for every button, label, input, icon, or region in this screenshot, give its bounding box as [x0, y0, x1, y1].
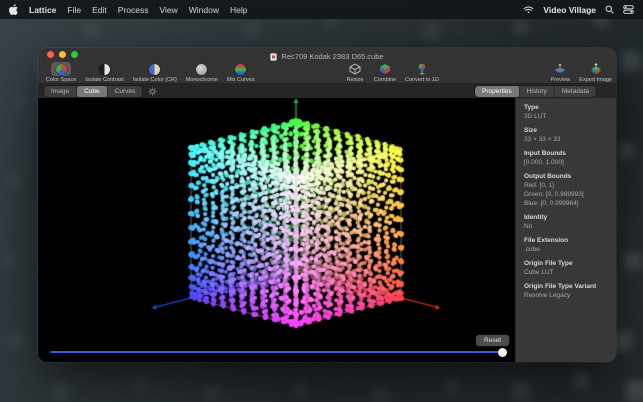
property-label: Output Bounds — [524, 172, 612, 181]
convert-to-1d-icon — [412, 62, 432, 76]
reset-button[interactable]: Reset — [476, 335, 509, 346]
resize-button[interactable]: Resize — [345, 62, 365, 83]
close-window-button[interactable] — [47, 51, 54, 58]
document-icon — [270, 53, 277, 61]
wifi-icon[interactable] — [523, 6, 534, 14]
menu-item-edit[interactable]: Edit — [92, 5, 107, 15]
tab-history[interactable]: History — [520, 86, 555, 97]
control-center-icon[interactable] — [623, 5, 634, 14]
menu-item-file[interactable]: File — [67, 5, 81, 15]
cube-viewport[interactable]: Reset — [38, 98, 515, 362]
property-label: Identity — [524, 213, 612, 222]
property-row: Origin File TypeCube LUT — [524, 259, 612, 277]
property-value: .cube — [524, 245, 612, 254]
mix-curves-icon — [235, 64, 246, 75]
monochrome-icon — [196, 64, 207, 75]
convert-to-1d-button[interactable]: Convert to 1D — [405, 62, 439, 83]
tab-image[interactable]: Image — [44, 86, 77, 97]
combine-button[interactable]: Combine — [374, 62, 396, 83]
property-value: Cube LUT — [524, 268, 612, 277]
export-image-button[interactable]: Export Image — [579, 62, 612, 83]
color-space-button[interactable]: Color Space — [46, 62, 76, 83]
search-icon[interactable] — [605, 5, 614, 14]
properties-panel: Type3D LUT Size33 × 33 × 33 Input Bounds[0… — [515, 98, 616, 362]
property-row: Origin File Type VariantResolve Legacy — [524, 282, 612, 300]
property-row: Type3D LUT — [524, 103, 612, 121]
view-settings-gear-icon[interactable] — [148, 87, 157, 96]
slider-thumb[interactable] — [498, 348, 507, 357]
menu-item-help[interactable]: Help — [230, 5, 247, 15]
menu-app-name[interactable]: Lattice — [29, 5, 56, 15]
property-label: Input Bounds — [524, 149, 612, 158]
color-space-icon — [56, 64, 67, 75]
combine-icon — [375, 62, 395, 76]
tab-properties[interactable]: Properties — [475, 86, 520, 97]
menu-item-view[interactable]: View — [159, 5, 177, 15]
property-value: No — [524, 222, 612, 231]
property-label: Type — [524, 103, 612, 112]
tab-metadata[interactable]: Metadata — [555, 86, 596, 97]
tab-cube[interactable]: Cube — [77, 86, 108, 97]
property-value: [0.000, 1.000] — [524, 158, 612, 167]
property-label: Size — [524, 126, 612, 135]
property-row: Input Bounds[0.000, 1.000] — [524, 149, 612, 167]
isolate-contrast-icon — [99, 64, 110, 75]
export-image-icon — [586, 62, 606, 76]
property-value: Resolve Legacy — [524, 291, 612, 300]
property-row: IdentityNo — [524, 213, 612, 231]
mix-curves-button[interactable]: Mix Curves — [227, 62, 255, 83]
inspector-segmented-control: Properties History Metadata — [475, 86, 596, 97]
property-label: File Extension — [524, 236, 612, 245]
menu-item-window[interactable]: Window — [189, 5, 219, 15]
window-title: Rec709 Kodak 2383 D65.cube — [281, 52, 383, 61]
isolate-color-icon — [149, 64, 160, 75]
menu-item-process[interactable]: Process — [118, 5, 149, 15]
tab-curves[interactable]: Curves — [108, 86, 143, 97]
property-value: Red: [0, 1] — [524, 181, 612, 190]
preview-button[interactable]: Preview — [550, 62, 570, 83]
menu-status-text[interactable]: Video Village — [543, 5, 596, 15]
resize-icon — [345, 62, 365, 76]
toolbar: Color Space Isolate Contrast Isolate Col… — [38, 61, 616, 84]
isolate-color-button[interactable]: Isolate Color (CR) — [133, 62, 177, 83]
property-value: Blue: [0, 0.999964] — [524, 199, 612, 208]
property-row: File Extension.cube — [524, 236, 612, 254]
isolate-contrast-button[interactable]: Isolate Contrast — [85, 62, 124, 83]
lattice-window: Rec709 Kodak 2383 D65.cube Color Space I… — [38, 48, 616, 362]
property-row: Size33 × 33 × 33 — [524, 126, 612, 144]
property-label: Origin File Type — [524, 259, 612, 268]
apple-menu-icon[interactable] — [9, 4, 18, 15]
property-value: 33 × 33 × 33 — [524, 135, 612, 144]
lut-cube-visualization[interactable] — [38, 98, 515, 362]
preview-icon — [550, 62, 570, 76]
property-label: Origin File Type Variant — [524, 282, 612, 291]
property-row: Output BoundsRed: [0, 1]Green: [0, 0.999… — [524, 172, 612, 208]
window-titlebar[interactable]: Rec709 Kodak 2383 D65.cube — [38, 48, 616, 61]
property-value: Green: [0, 0.999993] — [524, 190, 612, 199]
menu-bar: Lattice File Edit Process View Window He… — [0, 0, 643, 19]
monochrome-button[interactable]: Monochrome — [186, 62, 218, 83]
zoom-window-button[interactable] — [71, 51, 78, 58]
animation-slider[interactable] — [50, 351, 505, 353]
property-value: 3D LUT — [524, 112, 612, 121]
view-mode-segmented-control: Image Cube Curves — [44, 86, 142, 97]
minimize-window-button[interactable] — [59, 51, 66, 58]
